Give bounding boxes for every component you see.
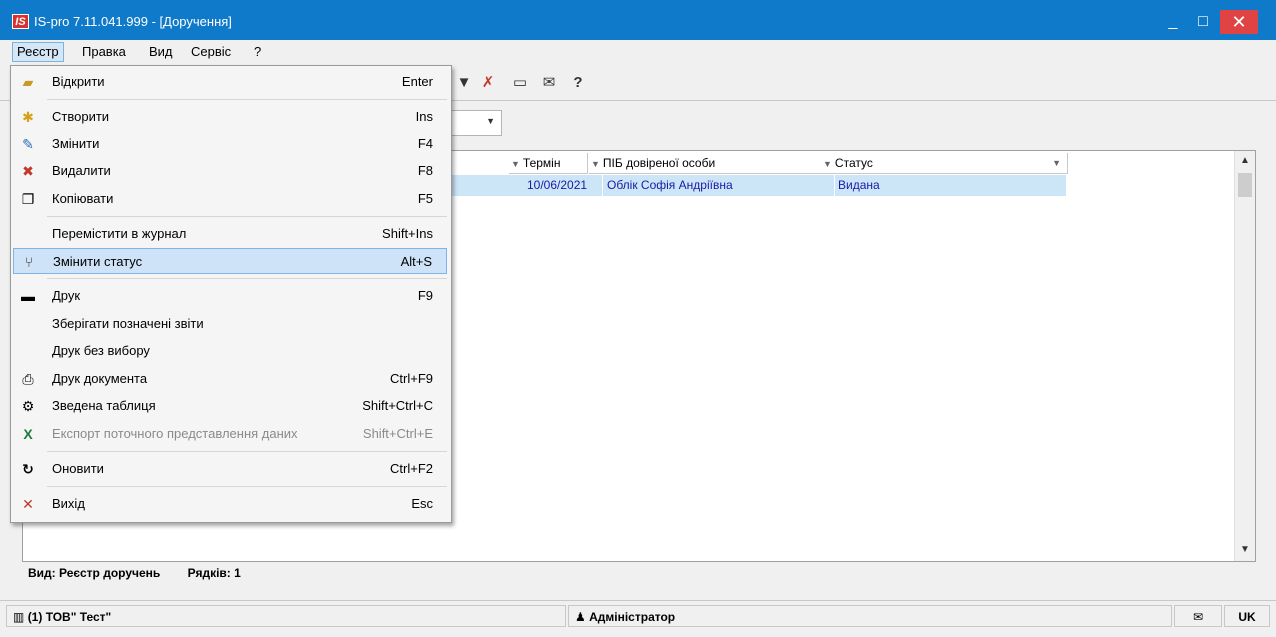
menu-item-move-to-journal[interactable]: Перемістити в журнал Shift+Ins: [13, 221, 447, 247]
menu-separator: [47, 278, 447, 279]
grid-footer: Вид: Реєстр доручень Рядків: 1: [24, 562, 1234, 584]
change-status-icon: ⑂: [24, 254, 34, 270]
cell-person[interactable]: Облік Софія Андріївна: [603, 175, 835, 196]
menu-help[interactable]: ?: [250, 43, 265, 61]
scroll-thumb[interactable]: [1238, 173, 1252, 197]
company-icon: ▥: [13, 610, 25, 624]
excel-export-icon: X: [23, 426, 33, 442]
chevron-up-icon[interactable]: ▲: [1240, 155, 1250, 166]
window-title: IS-pro 7.11.041.999 - [Доручення]: [34, 14, 232, 29]
company-panel[interactable]: ▥ (1) ТОВ" Тест": [6, 605, 566, 627]
menu-registry[interactable]: Реєстр: [12, 42, 64, 62]
cell-term[interactable]: 10/06/2021: [523, 175, 603, 196]
pivot-table-icon: ⚙: [21, 398, 35, 414]
menu-item-copy[interactable]: ❐ Копіювати F5: [13, 186, 447, 212]
menu-separator: [47, 451, 447, 452]
menu-item-delete[interactable]: ✖ Видалити F8: [13, 158, 447, 184]
menu-service[interactable]: Сервіс: [187, 43, 235, 61]
delete-document-icon: ✖: [22, 163, 34, 179]
column-filter-icon[interactable]: ▼: [511, 159, 520, 169]
rows-count: Рядків: 1: [187, 566, 241, 580]
exit-icon: ✕: [22, 496, 34, 512]
open-folder-icon: ▰: [22, 74, 34, 90]
menu-separator: [47, 99, 447, 100]
print-document-icon: ⎙: [22, 371, 34, 387]
column-filter-icon[interactable]: ▼: [823, 159, 832, 169]
menu-item-save-marked-reports[interactable]: Зберігати позначені звіти: [13, 311, 447, 337]
menu-item-open[interactable]: ▰ Відкрити Enter: [13, 69, 447, 95]
menu-item-export[interactable]: X Експорт поточного представлення даних …: [13, 421, 447, 447]
refresh-icon: ↻: [22, 461, 34, 477]
menu-separator: [47, 216, 447, 217]
column-header-term[interactable]: ▼ Термін: [509, 153, 588, 174]
column-header-person[interactable]: ▼ ПІБ довіреної особи: [589, 153, 834, 174]
chevron-down-icon[interactable]: ▼: [1240, 544, 1250, 555]
sort-icon[interactable]: ▼: [1052, 153, 1061, 173]
user-icon: ♟: [575, 610, 586, 624]
status-bar: ▥ (1) ТОВ" Тест" ♟ Адміністратор ✉ UK: [0, 600, 1276, 631]
title-bar: IS IS-pro 7.11.041.999 - [Доручення] _ □…: [0, 0, 1276, 40]
clear-filter-icon[interactable]: ✗: [478, 73, 498, 93]
menu-item-change-status[interactable]: ⑂ Змінити статус Alt+S: [13, 248, 447, 274]
copy-icon: ❐: [21, 191, 35, 207]
menu-item-print[interactable]: ▬ Друк F9: [13, 283, 447, 309]
menu-edit[interactable]: Правка: [78, 43, 130, 61]
help-icon[interactable]: ?: [568, 73, 588, 93]
menu-item-edit[interactable]: ✎ Змінити F4: [13, 131, 447, 157]
form-icon[interactable]: ▭: [510, 73, 530, 93]
cell-status[interactable]: Видана: [834, 175, 1067, 196]
registry-dropdown-menu: ▰ Відкрити Enter ✱ Створити Ins ✎ Змінит…: [10, 65, 452, 523]
mail-icon[interactable]: ✉: [539, 73, 559, 93]
view-name: Вид: Реєстр доручень: [28, 566, 161, 580]
filter-icon[interactable]: ▼: [454, 73, 474, 93]
menu-view[interactable]: Вид: [145, 43, 177, 61]
mail-status-icon[interactable]: ✉: [1174, 605, 1222, 627]
maximize-button[interactable]: □: [1188, 10, 1218, 34]
column-filter-icon[interactable]: ▼: [591, 159, 600, 169]
menu-item-refresh[interactable]: ↻ Оновити Ctrl+F2: [13, 456, 447, 482]
user-panel: ♟ Адміністратор: [568, 605, 1172, 627]
new-document-icon: ✱: [22, 109, 34, 125]
menu-item-print-document[interactable]: ⎙ Друк документа Ctrl+F9: [13, 366, 447, 392]
menu-item-print-without-choice[interactable]: Друк без вибору: [13, 338, 447, 364]
language-indicator[interactable]: UK: [1224, 605, 1270, 627]
app-logo-icon: IS: [12, 14, 29, 29]
minimize-button[interactable]: _: [1158, 10, 1188, 34]
view-combo[interactable]: ▼: [448, 110, 502, 136]
menu-separator: [47, 486, 447, 487]
column-header-status[interactable]: ▼ Статус ▼: [821, 153, 1068, 174]
close-button[interactable]: ✕: [1220, 10, 1258, 34]
menu-item-pivot-table[interactable]: ⚙ Зведена таблиця Shift+Ctrl+C: [13, 393, 447, 419]
printer-icon: ▬: [21, 288, 35, 304]
menu-item-create[interactable]: ✱ Створити Ins: [13, 104, 447, 130]
vertical-scrollbar[interactable]: ▲ ▼: [1234, 151, 1255, 561]
edit-document-icon: ✎: [22, 136, 34, 152]
menu-item-exit[interactable]: ✕ Вихід Esc: [13, 491, 447, 517]
menu-bar: Реєстр Правка Вид Сервіс ?: [0, 40, 1276, 64]
app-window: IS IS-pro 7.11.041.999 - [Доручення] _ □…: [0, 0, 1276, 637]
chevron-down-icon: ▼: [486, 116, 495, 126]
